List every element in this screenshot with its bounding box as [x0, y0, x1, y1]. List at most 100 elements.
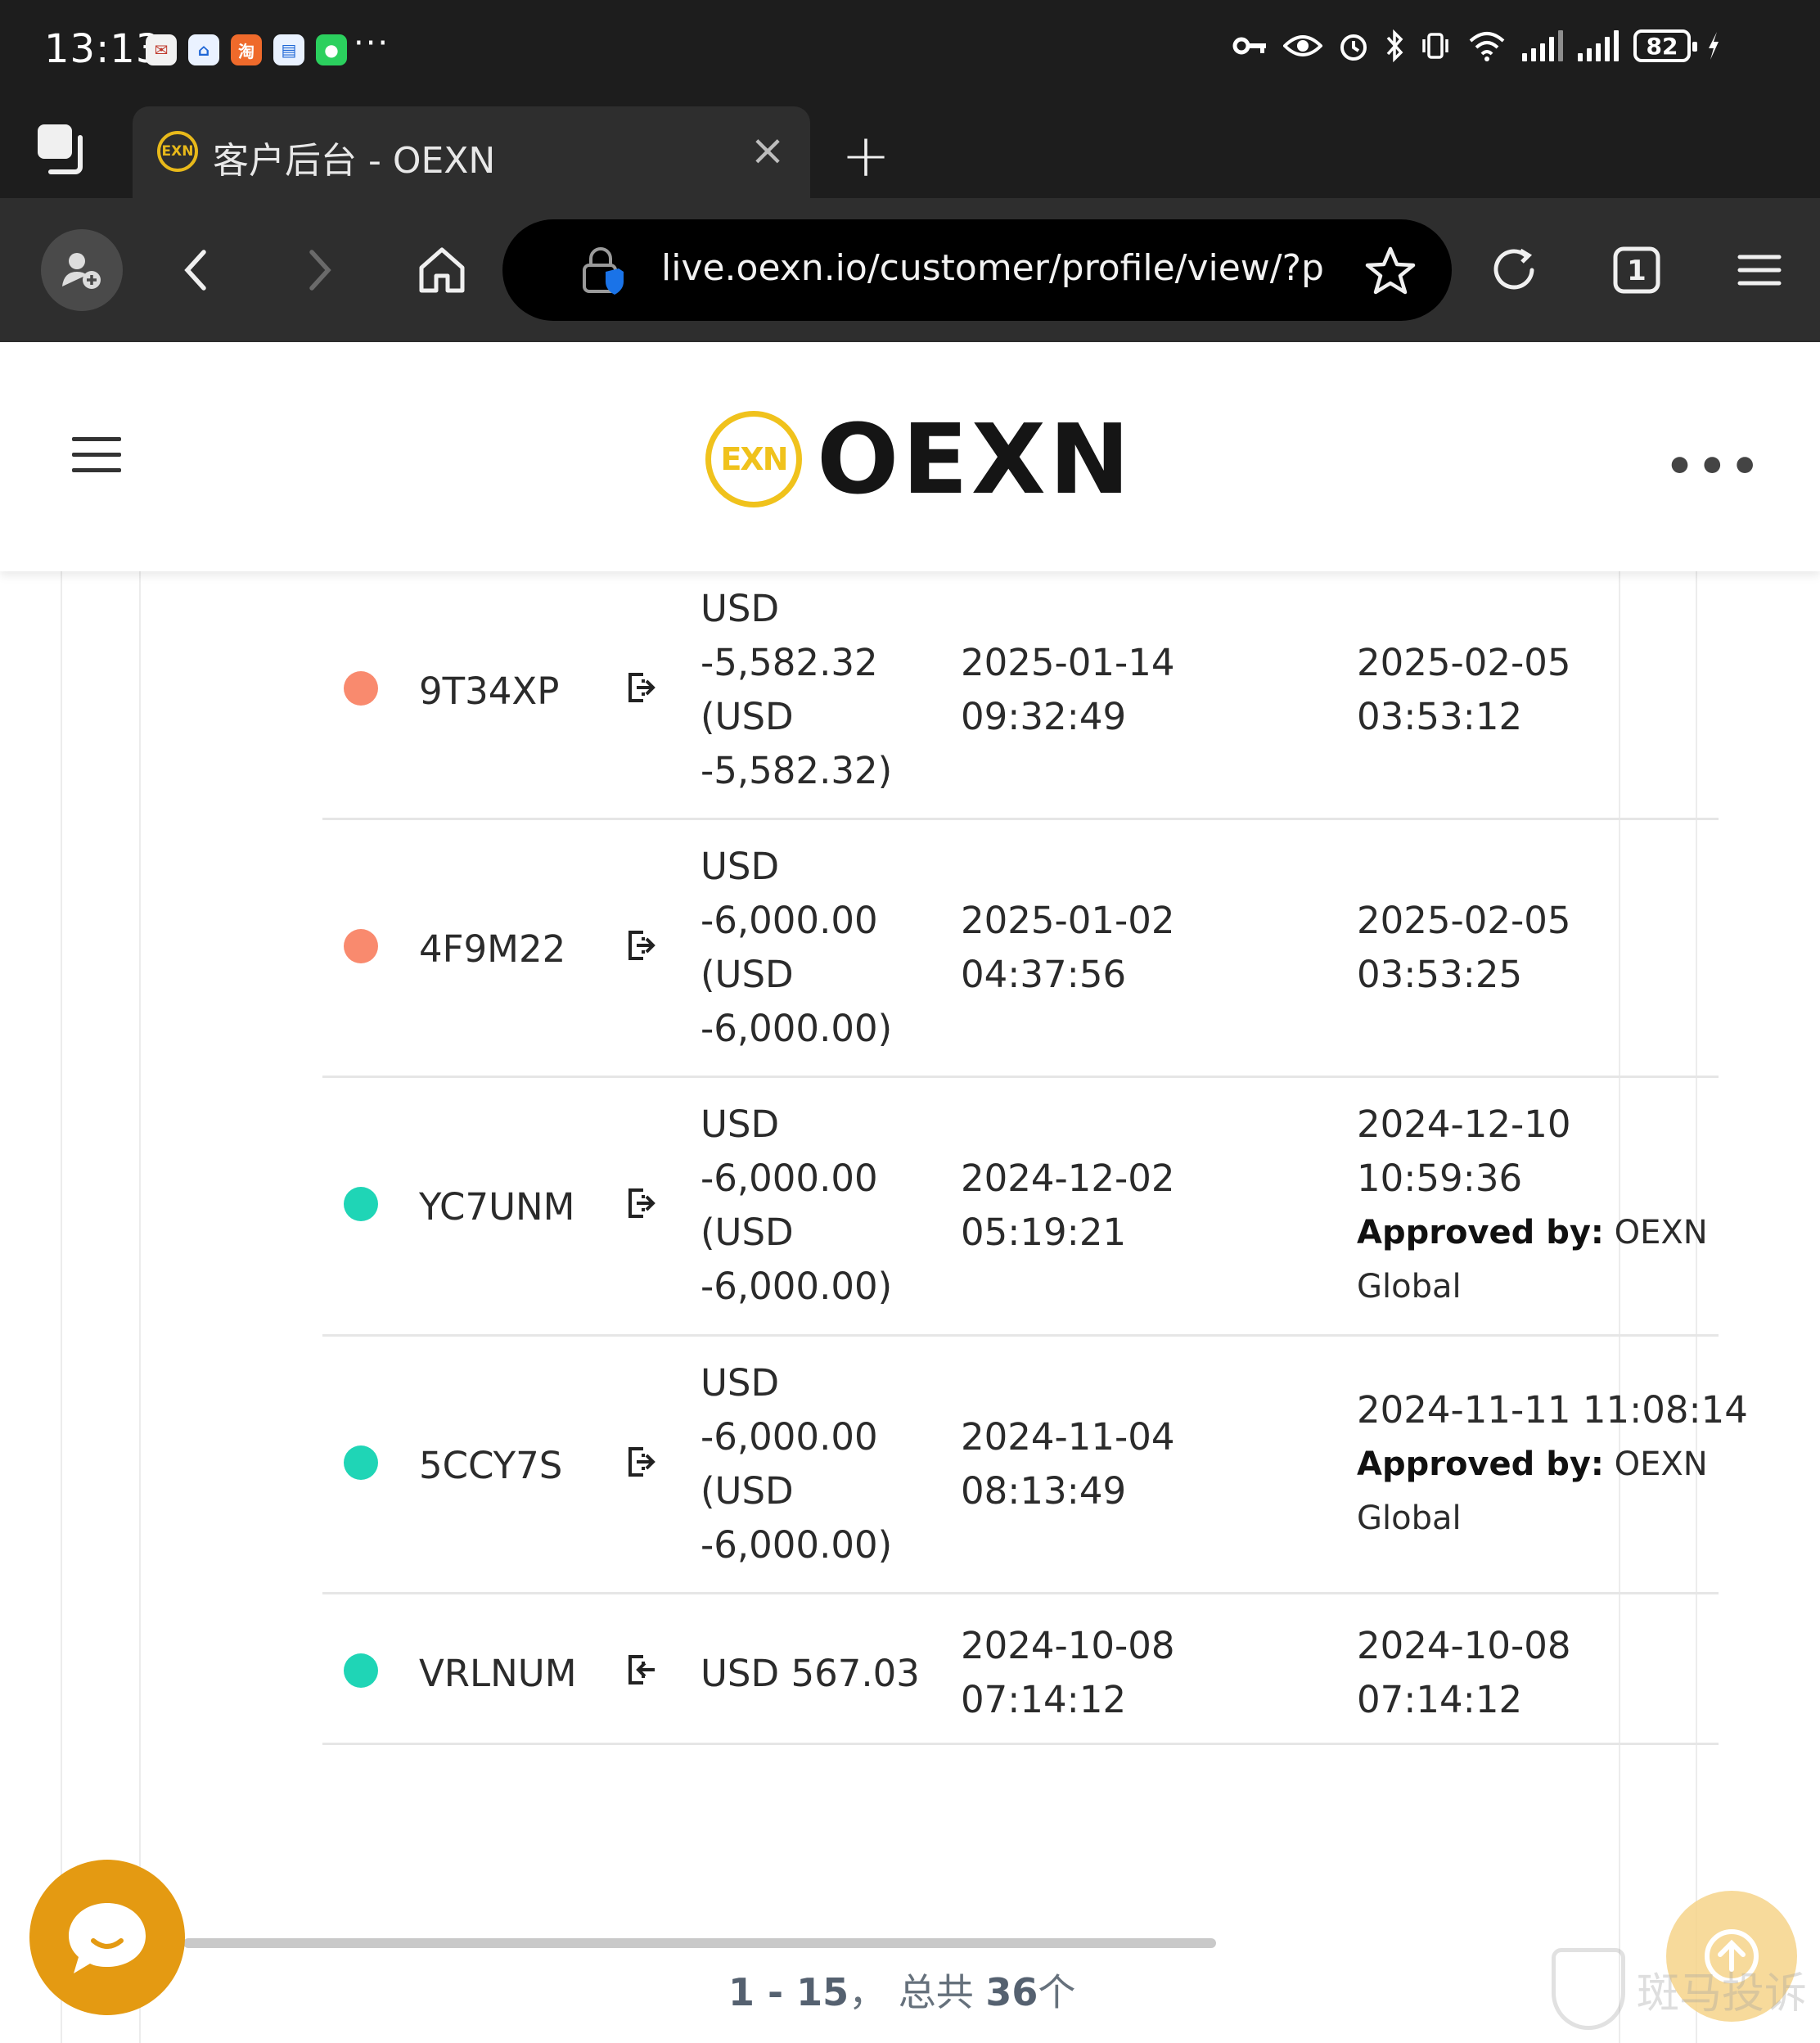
oexn-logo[interactable]: EXN OEXN [705, 403, 1133, 516]
created-date-cell-line: 2024-10-08 [961, 1624, 1175, 1667]
add-user-icon [62, 253, 101, 289]
charging-icon [1709, 32, 1719, 60]
amount-cell-line: (USD [701, 695, 794, 738]
close-icon[interactable]: × [743, 126, 792, 175]
table-row[interactable]: VRLNUM USD 567.03 2024-10-08 07:14:12 2024-1… [322, 1594, 1719, 1745]
transaction-code: 4F9M22 [419, 927, 566, 971]
amount-cell-line: (USD [701, 1469, 794, 1513]
status-dot [344, 1653, 378, 1688]
status-icons: 82 [1232, 29, 1722, 62]
status-dot [344, 1445, 378, 1480]
profile-button[interactable] [41, 229, 123, 311]
withdraw-exit-icon[interactable] [625, 1187, 658, 1220]
tab-active[interactable]: EXN 客户后台 - OEXN × [133, 106, 810, 198]
url-text[interactable]: live.oexn.io/customer/profile/view/?page [661, 247, 1324, 289]
eye-icon [1283, 35, 1322, 56]
reload-icon [1493, 248, 1534, 290]
tab-count-icon: 1 [1613, 246, 1660, 294]
tab-count-button[interactable]: 1 [1596, 229, 1678, 311]
home-icon [419, 247, 465, 293]
processed-date-cell: 2024-12-10 10:59:36 Approved by: OEXN Globa… [1357, 1098, 1708, 1314]
signal-2-icon [1578, 30, 1619, 61]
logo-wordmark: OEXN [817, 403, 1133, 516]
tab-overview-icon[interactable] [33, 120, 95, 182]
withdraw-exit-icon[interactable] [625, 671, 658, 704]
status-dot [344, 929, 378, 963]
table-row[interactable]: 9T34XP USD -5,582.32 (USD -5,582.32) 2025-01-… [322, 562, 1719, 820]
taobao-icon: 淘 [231, 34, 262, 65]
back-button[interactable] [155, 229, 237, 311]
message-app-icon: ▤ [273, 34, 304, 65]
security-lock-icon[interactable] [576, 244, 628, 296]
more-options-icon[interactable]: ••• [1665, 440, 1763, 494]
watermark: 斑马投诉 [1552, 1948, 1807, 2030]
created-date-cell-line: 07:14:12 [961, 1678, 1127, 1721]
horizontal-scrollbar[interactable] [183, 1938, 1216, 1948]
created-date-cell-line: 2025-01-02 [961, 899, 1175, 942]
signal-icon [1522, 30, 1563, 61]
amount-cell: USD -6,000.00 (USD -6,000.00) [701, 1098, 892, 1314]
created-date-cell: 2025-01-02 04:37:56 [961, 894, 1175, 1002]
pagination-separator: ， [849, 1970, 887, 2014]
wechat-icon: ● [316, 34, 347, 65]
chevron-right-icon [309, 250, 331, 291]
wifi-icon [1469, 32, 1505, 61]
created-date-cell-line: 2024-12-02 [961, 1157, 1175, 1200]
reload-button[interactable] [1473, 229, 1555, 311]
amount-cell-line: USD 567.03 [701, 1652, 920, 1695]
approved-value: OEXN [1614, 1214, 1708, 1252]
pagination-total: 36 [985, 1970, 1038, 2014]
created-date-cell: 2024-12-02 05:19:21 [961, 1152, 1175, 1260]
amount-cell-line: USD [701, 587, 780, 630]
home-button[interactable] [401, 229, 483, 311]
notification-app-icons: ✉ ⌂ 淘 ▤ ● [146, 34, 347, 65]
approved-value-line2: Global [1357, 1500, 1462, 1537]
status-bar: 13:13 ✉ ⌂ 淘 ▤ ● ··· 82 [0, 0, 1820, 103]
bookmark-star-icon[interactable] [1362, 242, 1419, 300]
table-row[interactable]: 4F9M22 USD -6,000.00 (USD -6,000.00) 2025-01-… [322, 820, 1719, 1078]
site-menu-icon[interactable] [72, 437, 121, 478]
amount-cell-line: (USD [701, 953, 794, 996]
watermark-shield-icon [1552, 1948, 1625, 2030]
processed-date-cell-line: 07:14:12 [1357, 1678, 1523, 1721]
processed-date-cell: 2024-10-08 07:14:12 [1357, 1619, 1571, 1727]
pagination-summary: 1 - 15， 总共 36个 [728, 1963, 1075, 2017]
amount-cell-line: -5,582.32) [701, 749, 893, 792]
created-date-cell: 2024-11-04 08:13:49 [961, 1410, 1175, 1518]
amount-cell: USD -6,000.00 (USD -6,000.00) [701, 840, 892, 1056]
pagination-total-suffix: 个 [1038, 1970, 1076, 2014]
processed-date-cell: 2025-02-05 03:53:25 [1357, 894, 1571, 1002]
created-date-cell-line: 05:19:21 [961, 1211, 1127, 1254]
withdraw-exit-icon[interactable] [625, 1445, 658, 1478]
amount-cell-line: -6,000.00) [701, 1007, 893, 1050]
amount-cell-line: USD [701, 1361, 780, 1405]
processed-date-cell: 2024-11-11 11:08:14 Approved by: OEXN Glob… [1357, 1383, 1748, 1545]
menu-icon [1737, 255, 1782, 286]
site-header: EXN OEXN ••• [0, 342, 1820, 571]
new-tab-button[interactable]: + [835, 121, 897, 190]
key-icon [1232, 37, 1266, 55]
processed-date-cell-line: 2024-11-11 11:08:14 [1357, 1388, 1748, 1432]
table-row[interactable]: YC7UNM USD -6,000.00 (USD -6,000.00) 2024-12-… [322, 1078, 1719, 1337]
created-date-cell-line: 2025-01-14 [961, 641, 1175, 684]
table-row[interactable]: 5CCY7S USD -6,000.00 (USD -6,000.00) 2024-11-… [322, 1337, 1748, 1594]
mail-red-icon: ✉ [146, 34, 177, 65]
alarm-icon [1340, 34, 1367, 61]
browser-menu-button[interactable] [1719, 229, 1800, 311]
amount-cell-line: -6,000.00 [701, 1157, 878, 1200]
oexn-favicon-icon: EXN [157, 131, 198, 172]
amount-cell-line: -6,000.00) [701, 1265, 893, 1308]
watermark-text: 斑马投诉 [1637, 1969, 1808, 2018]
battery-icon: 82 [1633, 29, 1697, 62]
chevron-left-icon [184, 250, 206, 291]
approved-label: Approved by: [1357, 1445, 1604, 1483]
withdraw-exit-icon[interactable] [625, 929, 658, 962]
created-date-cell: 2024-10-08 07:14:12 [961, 1619, 1175, 1727]
forward-button[interactable] [278, 229, 360, 311]
pagination-range: 1 - 15 [728, 1970, 849, 2014]
approved-label: Approved by: [1357, 1214, 1604, 1252]
address-bar[interactable]: live.oexn.io/customer/profile/view/?page [502, 219, 1452, 321]
withdraw-exit-icon[interactable] [625, 1653, 658, 1686]
processed-date-cell-line: 2024-10-08 [1357, 1624, 1571, 1667]
chat-button[interactable] [29, 1860, 185, 2015]
